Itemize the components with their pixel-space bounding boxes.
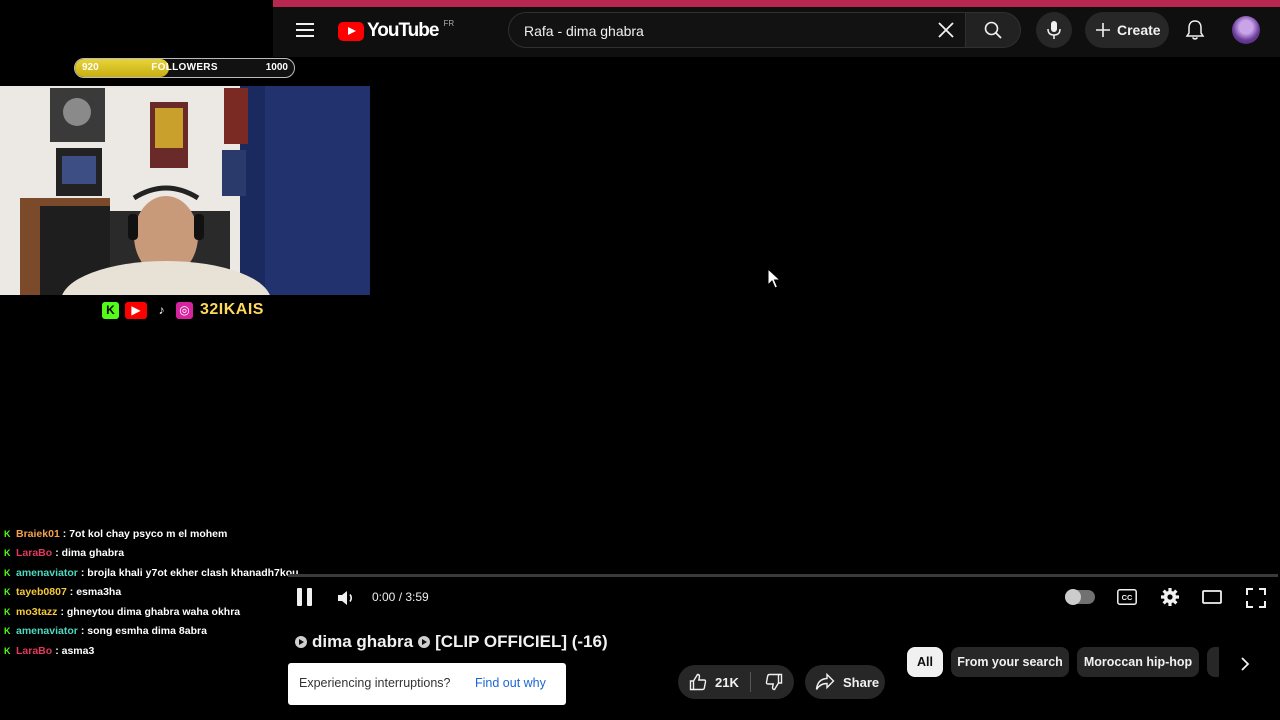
share-label: Share [843, 674, 880, 690]
like-count: 21K [715, 674, 739, 690]
chip-partial[interactable] [1207, 647, 1219, 677]
chat-message: : 7ot kol chay psyco m el mohem [62, 527, 228, 540]
youtube-icon: ▶ [125, 301, 147, 319]
chat-message: : song esmha dima 8abra [80, 625, 207, 638]
video-title: dima ghabra [CLIP OFFICIEL] (-16) [295, 632, 608, 652]
chip-moroccan-hip-hop[interactable]: Moroccan hip-hop [1077, 647, 1199, 677]
kick-badge-icon: K [4, 567, 11, 578]
chat-line: Kamenaviator: song esmha dima 8abra [4, 622, 304, 642]
chat-line: Kmo3tazz: ghneytou dima ghabra waha okhr… [4, 602, 304, 622]
chat-username: LaraBo [16, 547, 53, 560]
chat-message: : esma3ha [69, 586, 122, 599]
stream-chat: K Braiek01: 7ot kol chay psyco m el mohem… [4, 524, 304, 661]
followers-label: FOLLOWERS [151, 62, 218, 73]
notifications-bell-icon[interactable] [1181, 16, 1209, 44]
microphone-icon [1047, 21, 1061, 39]
chip-all[interactable]: All [907, 647, 943, 677]
social-links: K ▶ ♪ ◎ 32IKAIS [102, 301, 264, 319]
tiktok-icon: ♪ [158, 303, 165, 317]
logo-text: YouTube [367, 20, 439, 41]
chat-message: : asma3 [55, 644, 95, 657]
theater-mode-icon[interactable] [1202, 590, 1222, 604]
chat-username: mo3tazz [16, 605, 58, 618]
pause-button[interactable] [297, 588, 315, 607]
thumbs-down-icon [765, 673, 783, 691]
chat-line: K LaraBo: dima ghabra [4, 544, 304, 564]
menu-icon[interactable] [296, 18, 316, 42]
chat-line: K LaraBo: asma3 [4, 641, 304, 661]
create-button[interactable]: Create [1085, 12, 1169, 48]
chat-message: : brojla khali y7ot ekher clash khanadh7… [80, 566, 299, 579]
social-handle: 32IKAIS [200, 301, 264, 318]
search-button[interactable] [966, 12, 1021, 48]
plus-icon [1096, 23, 1110, 37]
kick-badge-icon: K [4, 528, 11, 539]
share-icon [815, 673, 835, 690]
chat-line: Ktayeb0807: esma3ha [4, 583, 304, 603]
account-avatar[interactable] [1232, 16, 1260, 44]
time-display: 0:00 / 3:59 [372, 590, 429, 604]
instagram-icon: ◎ [176, 301, 193, 319]
chevron-right-icon[interactable] [1230, 652, 1260, 676]
search-icon [984, 21, 1002, 39]
search-box [508, 12, 966, 49]
chat-message: : ghneytou dima ghabra waha okhra [60, 605, 241, 618]
chat-username: amenaviator [16, 566, 78, 579]
chat-line: Kamenaviator: brojla khali y7ot ekher cl… [4, 563, 304, 583]
webcam-feed [0, 86, 370, 295]
followers-goal-bar: 920 FOLLOWERS 1000 [74, 58, 295, 78]
chat-username: tayeb0807 [16, 586, 67, 599]
video-progress-bar[interactable] [288, 574, 1278, 577]
voice-search-button[interactable] [1036, 12, 1072, 48]
music-badge-icon [418, 636, 431, 648]
dislike-button[interactable] [756, 665, 792, 699]
music-badge-icon [295, 636, 307, 648]
create-label: Create [1117, 22, 1161, 38]
kick-badge-icon: K [4, 587, 11, 598]
kick-badge-icon: K [4, 626, 11, 637]
video-title-part2: [CLIP OFFICIEL] (-16) [435, 632, 608, 651]
interruption-notice: Experiencing interruptions? Find out why [288, 663, 566, 705]
chat-username: Braiek01 [16, 527, 60, 540]
kick-badge-icon: K [4, 645, 11, 656]
like-button[interactable]: 21K [678, 665, 750, 699]
accent-top-line [273, 0, 1280, 7]
kick-badge-icon: K [4, 548, 11, 559]
like-dislike-group: 21K [678, 665, 794, 699]
share-button[interactable]: Share [805, 665, 885, 699]
followers-target: 1000 [265, 62, 288, 73]
settings-gear-icon[interactable] [1160, 587, 1180, 607]
chat-username: LaraBo [16, 644, 53, 657]
chat-message: : dima ghabra [55, 547, 125, 560]
fullscreen-icon[interactable] [1246, 588, 1266, 608]
youtube-logo[interactable]: YouTube FR [338, 18, 455, 42]
volume-icon[interactable] [335, 587, 357, 609]
chip-from-your-search[interactable]: From your search [951, 647, 1069, 677]
kick-badge-icon: K [4, 606, 11, 617]
country-code: FR [443, 18, 455, 28]
chat-username: amenaviator [16, 625, 78, 638]
youtube-play-icon [338, 21, 364, 41]
subtitles-icon[interactable]: CC [1117, 589, 1137, 605]
search-input[interactable] [522, 13, 926, 49]
mouse-cursor-icon [767, 267, 782, 290]
clear-search-icon[interactable] [933, 17, 959, 43]
autoplay-toggle[interactable] [1065, 589, 1095, 605]
thumbs-up-icon [689, 673, 707, 691]
interruption-text: Experiencing interruptions? [299, 676, 451, 690]
video-title-part1: dima ghabra [312, 632, 414, 651]
like-separator [750, 672, 751, 692]
kick-icon: K [102, 301, 119, 319]
svg-text:CC: CC [1122, 593, 1133, 602]
chat-line: K Braiek01: 7ot kol chay psyco m el mohem [4, 524, 304, 544]
find-out-why-link[interactable]: Find out why [475, 676, 546, 690]
